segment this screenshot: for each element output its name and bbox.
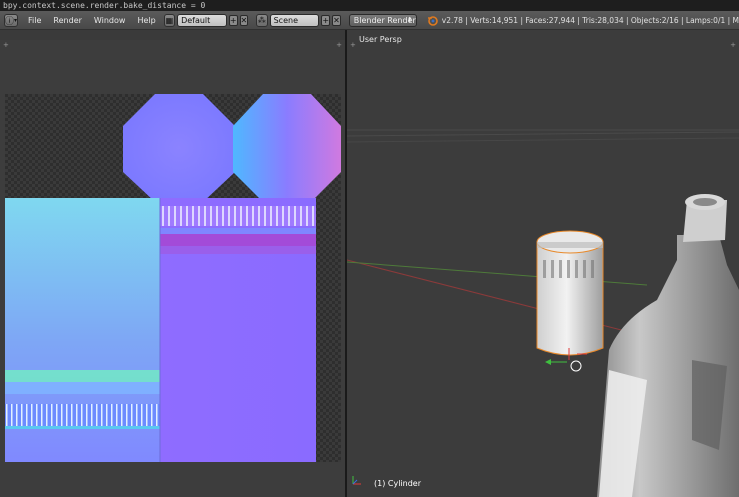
add-scene-button[interactable]: + [321, 14, 331, 26]
scene-value: Scene [273, 15, 298, 25]
layout-icon: ▦ [165, 15, 174, 25]
add-icon: + [322, 15, 330, 25]
render-engine-dropdown[interactable]: Blender Render ⬍ [348, 13, 417, 27]
close-icon: ✕ [240, 15, 248, 25]
menu-help[interactable]: Help [131, 11, 161, 29]
selected-cylinder-object [536, 230, 604, 356]
3d-viewport[interactable]: User Persp + + (1) Cylinder [347, 30, 739, 497]
normal-map-texture [5, 94, 341, 462]
menu-window[interactable]: Window [88, 11, 132, 29]
scene-field[interactable]: Scene [269, 13, 320, 27]
bottle-object [597, 194, 739, 497]
blender-logo-icon [427, 15, 438, 26]
uv-island-cap-bottom [233, 94, 341, 202]
screen-layout-field[interactable]: Default [177, 13, 227, 27]
area-split-handle[interactable]: + [3, 41, 9, 49]
uv-editor-header [0, 30, 345, 40]
scene-statistics: v2.78 | Verts:14,951 | Faces:27,944 | Tr… [441, 15, 739, 25]
add-layout-button[interactable]: + [228, 14, 238, 26]
remove-scene-button[interactable]: ✕ [332, 14, 341, 26]
layout-selector-button[interactable]: ▦ [163, 13, 176, 27]
scene-icon: ⁂ [257, 15, 266, 25]
area-split-handle[interactable]: + [336, 41, 342, 49]
axis-gizmo [352, 476, 361, 485]
editor-type-button[interactable]: ⓘ ▾ [4, 13, 19, 27]
baked-normal-map-image[interactable] [5, 94, 341, 462]
python-console-line: bpy.context.scene.render.bake_distance =… [0, 0, 739, 11]
area-split-handle[interactable]: + [350, 41, 356, 49]
remove-layout-button[interactable]: ✕ [239, 14, 249, 26]
screen-layout-value: Default [181, 15, 211, 25]
area-split-handle[interactable]: + [730, 41, 736, 49]
chevron-down-icon: ▾ [14, 16, 18, 24]
chevron-down-icon: ⬍ [406, 16, 413, 24]
menu-render[interactable]: Render [47, 11, 87, 29]
uv-island-cap-top [123, 94, 235, 202]
menu-file[interactable]: File [22, 11, 47, 29]
close-icon: ✕ [333, 15, 340, 25]
scene-selector-button[interactable]: ⁂ [256, 13, 268, 27]
viewport-scene [347, 129, 739, 497]
info-icon: ⓘ [5, 16, 15, 27]
add-icon: + [229, 15, 237, 25]
view-perspective-label: User Persp [359, 35, 402, 44]
uv-image-editor[interactable]: + + [0, 30, 345, 497]
info-header: ⓘ ▾ File Render Window Help ▦ Default + … [0, 11, 739, 30]
active-object-label: (1) Cylinder [374, 479, 421, 488]
